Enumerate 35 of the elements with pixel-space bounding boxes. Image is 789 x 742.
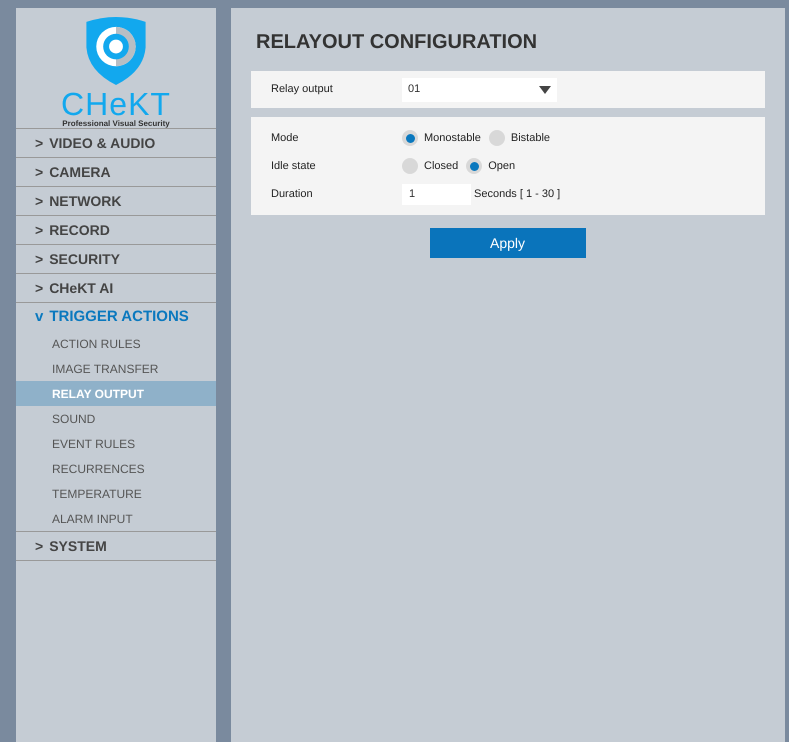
duration-field[interactable]: 1 bbox=[402, 184, 471, 204]
field-label: Relay output bbox=[271, 82, 334, 98]
radio-label: Monostable bbox=[424, 130, 481, 146]
field-hint: Seconds [ 1 - 30 ] bbox=[474, 186, 560, 202]
radio-button[interactable] bbox=[466, 158, 482, 174]
field-label: Duration bbox=[271, 186, 314, 202]
radio-label: Open bbox=[488, 158, 516, 174]
radio-label: Closed bbox=[424, 158, 458, 174]
menu-section[interactable]: > SYSTEM bbox=[16, 532, 216, 560]
menu-item[interactable]: TEMPERATURE bbox=[16, 481, 216, 506]
field-label: Idle state bbox=[271, 158, 317, 174]
menu-section[interactable]: > NETWORK bbox=[16, 187, 216, 215]
radio-button[interactable] bbox=[402, 130, 418, 146]
page-title: RELAYOUT CONFIGURATION bbox=[255, 30, 538, 55]
menu-item[interactable]: EVENT RULES bbox=[16, 431, 216, 456]
radio-button[interactable] bbox=[488, 130, 505, 146]
menu-item[interactable]: ALARM INPUT bbox=[16, 506, 216, 531]
menu-section[interactable]: v TRIGGER ACTIONS bbox=[16, 303, 216, 331]
menu-item[interactable]: SOUND bbox=[16, 406, 216, 431]
brand-tagline: Professional Visual Security bbox=[62, 119, 170, 128]
menu-section[interactable]: > SECURITY bbox=[16, 245, 216, 273]
apply-button[interactable]: Apply bbox=[430, 228, 586, 258]
menu-section[interactable]: > CHeKT AI bbox=[16, 274, 216, 302]
brand-name: CHeKT bbox=[61, 89, 171, 119]
radio-label: Bistable bbox=[510, 130, 550, 146]
radio-button[interactable] bbox=[402, 158, 418, 174]
menu-item[interactable]: IMAGE TRANSFER bbox=[16, 356, 216, 381]
caret-icon bbox=[539, 86, 551, 94]
menu-section[interactable]: > RECORD bbox=[16, 216, 216, 244]
menu-item[interactable]: RECURRENCES bbox=[16, 456, 216, 481]
menu-section[interactable]: > CAMERA bbox=[16, 158, 216, 186]
menu-item[interactable]: ACTION RULES bbox=[16, 331, 216, 356]
menu-section[interactable]: > VIDEO & AUDIO bbox=[16, 129, 216, 157]
relay-select[interactable]: 01 bbox=[402, 78, 557, 102]
field-label: Mode bbox=[271, 130, 300, 146]
